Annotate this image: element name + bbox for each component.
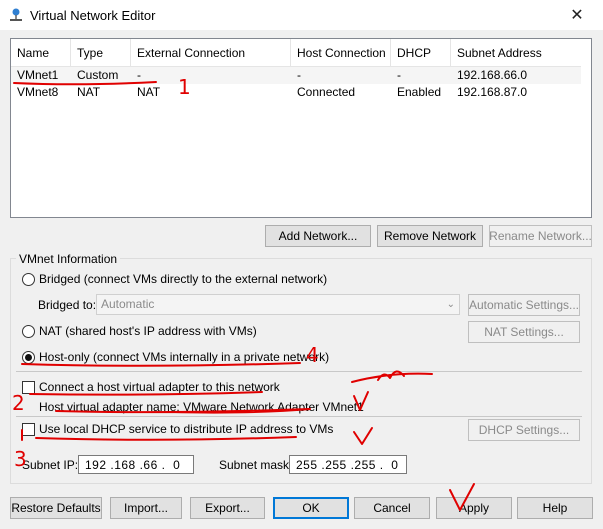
nat-label: NAT (shared host's IP address with VMs)	[39, 324, 257, 338]
host-only-radio[interactable]: Host-only (connect VMs internally in a p…	[22, 350, 329, 364]
restore-defaults-button[interactable]: Restore Defaults	[10, 497, 102, 519]
dot: .	[135, 457, 144, 472]
ip-octet: 0	[391, 457, 399, 472]
nat-radio[interactable]: NAT (shared host's IP address with VMs)	[22, 324, 257, 338]
bridged-to-label: Bridged to:	[38, 298, 97, 312]
separator	[16, 416, 582, 417]
help-button[interactable]: Help	[517, 497, 593, 519]
ip-octet: 66	[143, 457, 158, 472]
import-button[interactable]: Import...	[110, 497, 182, 519]
network-list[interactable]: Name Type External Connection Host Conne…	[10, 38, 592, 218]
column-header-host[interactable]: Host Connection	[291, 39, 391, 67]
ok-button[interactable]: OK	[273, 497, 349, 519]
table-row-vmnet8[interactable]: VMnet8 NAT NAT Connected Enabled 192.168…	[11, 84, 581, 101]
host-only-label: Host-only (connect VMs internally in a p…	[39, 350, 330, 364]
add-network-button[interactable]: Add Network...	[265, 225, 371, 247]
subnet-mask-label: Subnet mask:	[219, 458, 293, 472]
subnet-ip-label: Subnet IP:	[22, 458, 79, 472]
cell-host: Connected	[297, 85, 356, 99]
cell-type: Custom	[77, 68, 119, 82]
bridged-radio[interactable]: Bridged (connect VMs directly to the ext…	[22, 272, 327, 286]
app-network-icon	[10, 8, 22, 21]
column-header-name[interactable]: Name	[11, 39, 71, 67]
cell-external: NAT	[137, 85, 161, 99]
cell-subnet: 192.168.87.0	[457, 85, 528, 99]
cell-name: VMnet8	[17, 85, 59, 99]
subnet-mask-input[interactable]: 255 . 255 . 255 . 0	[289, 455, 407, 474]
dhcp-settings-button[interactable]: DHCP Settings...	[468, 419, 580, 441]
column-header-external[interactable]: External Connection	[131, 39, 291, 67]
table-row-vmnet1[interactable]: VMnet1 Custom - - - 192.168.66.0	[11, 67, 581, 84]
connect-adapter-checkbox[interactable]: Connect a host virtual adapter to this n…	[22, 380, 280, 394]
column-header-type[interactable]: Type	[71, 39, 131, 67]
automatic-settings-button[interactable]: Automatic Settings...	[468, 294, 580, 316]
vmnet-info-label: VMnet Information	[16, 252, 121, 266]
bridged-to-value: Automatic	[101, 297, 155, 311]
list-header: Name Type External Connection Host Conne…	[11, 39, 581, 67]
title-bar: Virtual Network Editor ✕	[0, 0, 603, 30]
connect-adapter-label: Connect a host virtual adapter to this n…	[39, 380, 280, 394]
bridged-to-select[interactable]: Automatic ⌄	[96, 294, 460, 315]
rename-network-button[interactable]: Rename Network...	[489, 225, 592, 247]
ip-octet: 255	[296, 457, 318, 472]
radio-circle	[22, 350, 35, 364]
dot: .	[317, 457, 326, 472]
nat-settings-button[interactable]: NAT Settings...	[468, 321, 580, 343]
ip-octet: 255	[354, 457, 376, 472]
dot: .	[375, 457, 392, 472]
ip-octet: 168	[114, 457, 136, 472]
separator	[16, 371, 582, 372]
cell-host: -	[297, 68, 301, 82]
apply-button[interactable]: Apply	[436, 497, 512, 519]
chevron-down-icon: ⌄	[446, 299, 455, 310]
dhcp-label: Use local DHCP service to distribute IP …	[39, 422, 334, 436]
close-icon: ✕	[570, 7, 584, 24]
cell-dhcp: Enabled	[397, 85, 442, 99]
checkbox-box	[22, 380, 35, 394]
ip-octet: 255	[325, 457, 347, 472]
column-header-subnet[interactable]: Subnet Address	[451, 39, 581, 67]
cell-dhcp: -	[397, 68, 401, 82]
dot: .	[106, 457, 115, 472]
export-button[interactable]: Export...	[190, 497, 265, 519]
cell-type: NAT	[77, 85, 101, 99]
ip-octet: 0	[173, 457, 181, 472]
remove-network-button[interactable]: Remove Network	[377, 225, 483, 247]
bridged-label: Bridged (connect VMs directly to the ext…	[39, 272, 328, 286]
dhcp-checkbox[interactable]: Use local DHCP service to distribute IP …	[22, 422, 333, 436]
cell-name: VMnet1	[17, 68, 59, 82]
cancel-button[interactable]: Cancel	[354, 497, 430, 519]
checkbox-box	[22, 422, 35, 436]
close-button[interactable]: ✕	[557, 3, 597, 27]
cell-subnet: 192.168.66.0	[457, 68, 528, 82]
radio-circle	[22, 272, 35, 286]
subnet-ip-input[interactable]: 192 . 168 . 66 . 0	[78, 455, 194, 474]
dot: .	[157, 457, 174, 472]
cell-external: -	[137, 68, 141, 82]
adapter-name-label: Host virtual adapter name: VMware Networ…	[39, 400, 364, 414]
ip-octet: 192	[85, 457, 107, 472]
radio-circle	[22, 324, 35, 338]
dot: .	[346, 457, 355, 472]
column-header-dhcp[interactable]: DHCP	[391, 39, 451, 67]
window-title: Virtual Network Editor	[30, 7, 156, 23]
